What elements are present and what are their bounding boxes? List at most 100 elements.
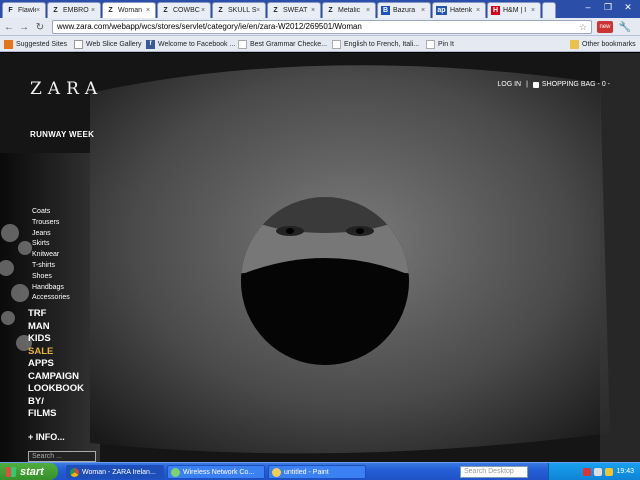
separator: |: [526, 81, 528, 88]
forward-arrow-icon[interactable]: →: [18, 21, 30, 33]
subnav-coats[interactable]: Coats: [32, 207, 70, 218]
nav-apps[interactable]: APPS: [28, 358, 84, 371]
new-extension-icon[interactable]: new: [597, 21, 613, 33]
chrome-icon: [70, 467, 79, 477]
runway-week-link[interactable]: RUNWAY WEEK: [30, 130, 94, 139]
close-icon[interactable]: ×: [311, 7, 318, 14]
nav-trf[interactable]: TRF: [28, 308, 84, 321]
webslice-icon: [74, 39, 83, 49]
bookmark-other[interactable]: Other bookmarks: [570, 38, 636, 50]
close-window-icon[interactable]: ✕: [618, 0, 638, 14]
restore-icon[interactable]: ❐: [598, 0, 618, 14]
subnav-knitwear[interactable]: Knitwear: [32, 250, 70, 261]
nav-lookbook[interactable]: LOOKBOOK: [28, 383, 84, 396]
network-icon[interactable]: [594, 467, 603, 476]
tab-label: SWEAT: [283, 7, 308, 14]
bookmark-star-icon[interactable]: ☆: [579, 21, 587, 33]
site-search-input[interactable]: Search ...: [28, 451, 96, 462]
bookmark-english-french[interactable]: English to French, Itali...: [332, 38, 419, 50]
wrench-icon[interactable]: 🔧: [619, 21, 631, 33]
nav-films[interactable]: FILMS: [28, 408, 84, 421]
zara-favicon-icon: Z: [163, 7, 168, 14]
close-icon[interactable]: ×: [531, 7, 538, 14]
tab-woman[interactable]: Z Woman ×: [102, 2, 156, 18]
close-icon[interactable]: ×: [256, 7, 263, 14]
desktop-search-input[interactable]: Search Desktop: [460, 466, 528, 478]
subnav-trousers[interactable]: Trousers: [32, 218, 70, 229]
close-icon[interactable]: ×: [476, 7, 483, 14]
back-arrow-icon[interactable]: ←: [3, 21, 15, 33]
task-label: untitled - Paint: [284, 468, 329, 476]
info-link[interactable]: + INFO...: [28, 432, 65, 442]
minimize-icon[interactable]: –: [578, 0, 598, 14]
bookmark-grammar[interactable]: Best Grammar Checke...: [238, 38, 327, 50]
tab-hatenk[interactable]: ap Hatenk ×: [432, 2, 486, 18]
nav-by[interactable]: BY/: [28, 396, 84, 409]
bookmark-suggested-sites[interactable]: Suggested Sites: [4, 38, 67, 50]
start-button[interactable]: start: [0, 463, 58, 480]
browser-toolbar: ← → ↻ www.zara.com/webapp/wcs/stores/ser…: [0, 18, 640, 36]
subnav-tshirts[interactable]: T-shirts: [32, 261, 70, 272]
nav-sale[interactable]: SALE: [28, 346, 84, 359]
tab-label: Metalic: [338, 7, 361, 14]
tab-metalic[interactable]: Z Metalic ×: [322, 2, 376, 18]
address-text: www.zara.com/webapp/wcs/stores/servlet/c…: [57, 22, 362, 31]
bookmark-web-slice-gallery[interactable]: Web Slice Gallery: [74, 38, 142, 50]
close-icon[interactable]: ×: [36, 7, 43, 14]
tab-label: H&M | I: [503, 7, 527, 14]
tab-label: COWBC: [173, 7, 200, 14]
tab-cowboy[interactable]: Z COWBC ×: [157, 2, 211, 18]
folder-icon: [570, 39, 579, 49]
tab-skull[interactable]: Z SKULL S ×: [212, 2, 266, 18]
tab-sweat[interactable]: Z SWEAT ×: [267, 2, 321, 18]
zara-favicon-icon: Z: [328, 7, 333, 14]
shopping-bag-icon: [532, 81, 539, 88]
bookmark-label: Other bookmarks: [582, 40, 636, 48]
subnav-handbags[interactable]: Handbags: [32, 283, 70, 294]
close-icon[interactable]: ×: [421, 7, 428, 14]
main-navigation: TRF MAN KIDS SALE APPS CAMPAIGN LOOKBOOK…: [28, 308, 84, 421]
tab-hm[interactable]: H H&M | I ×: [487, 2, 541, 18]
account-links: LOG IN | SHOPPING BAG - 0 -: [497, 81, 610, 88]
wireless-icon: [171, 467, 180, 477]
reload-icon[interactable]: ↻: [34, 21, 46, 33]
bookmark-label: Pin It: [438, 40, 454, 48]
page-icon: [238, 39, 247, 49]
page-icon: [332, 39, 341, 49]
tab-bazura[interactable]: B Bazura ×: [377, 2, 431, 18]
tab-flawless[interactable]: F Flawles ×: [2, 2, 46, 18]
woman-subcategory-list: Coats Trousers Jeans Skirts Knitwear T-s…: [32, 207, 70, 304]
page-icon: [426, 39, 435, 49]
tray-icon[interactable]: [583, 467, 592, 476]
hm-favicon-icon: H: [491, 6, 500, 15]
nav-campaign[interactable]: CAMPAIGN: [28, 371, 84, 384]
bookmark-label: English to French, Itali...: [344, 40, 420, 48]
zara-page: ZARA LOG IN | SHOPPING BAG - 0 - RUNWAY …: [0, 53, 640, 462]
close-icon[interactable]: ×: [91, 7, 98, 14]
tab-embro[interactable]: Z EMBRO ×: [47, 2, 101, 18]
nav-man[interactable]: MAN: [28, 321, 84, 334]
taskbar-item-paint[interactable]: untitled - Paint: [268, 465, 366, 479]
taskbar-item-chrome[interactable]: Woman - ZARA Irelan...: [66, 465, 164, 479]
close-icon[interactable]: ×: [366, 7, 373, 14]
close-icon[interactable]: ×: [201, 7, 208, 14]
address-bar[interactable]: www.zara.com/webapp/wcs/stores/servlet/c…: [52, 20, 592, 34]
new-tab-button[interactable]: [542, 2, 556, 18]
volume-icon[interactable]: [605, 467, 614, 476]
start-label: start: [20, 465, 44, 478]
task-label: Woman - ZARA Irelan...: [82, 468, 156, 476]
subnav-skirts[interactable]: Skirts: [32, 239, 70, 250]
zara-logo[interactable]: ZARA: [30, 79, 103, 99]
shopping-bag-link[interactable]: SHOPPING BAG - 0 -: [542, 81, 610, 88]
subnav-shoes[interactable]: Shoes: [32, 272, 70, 283]
taskbar-item-wireless[interactable]: Wireless Network Co...: [167, 465, 265, 479]
subnav-accessories[interactable]: Accessories: [32, 293, 70, 304]
close-icon[interactable]: ×: [146, 7, 153, 14]
login-link[interactable]: LOG IN: [497, 81, 521, 88]
nav-kids[interactable]: KIDS: [28, 333, 84, 346]
bookmark-facebook[interactable]: f Welcome to Facebook ...: [146, 38, 235, 50]
bookmarks-bar: Suggested Sites Web Slice Gallery f Welc…: [0, 36, 640, 52]
windows-taskbar: start Woman - ZARA Irelan... Wireless Ne…: [0, 462, 640, 480]
bookmark-pin-it[interactable]: Pin It: [426, 38, 454, 50]
subnav-jeans[interactable]: Jeans: [32, 229, 70, 240]
